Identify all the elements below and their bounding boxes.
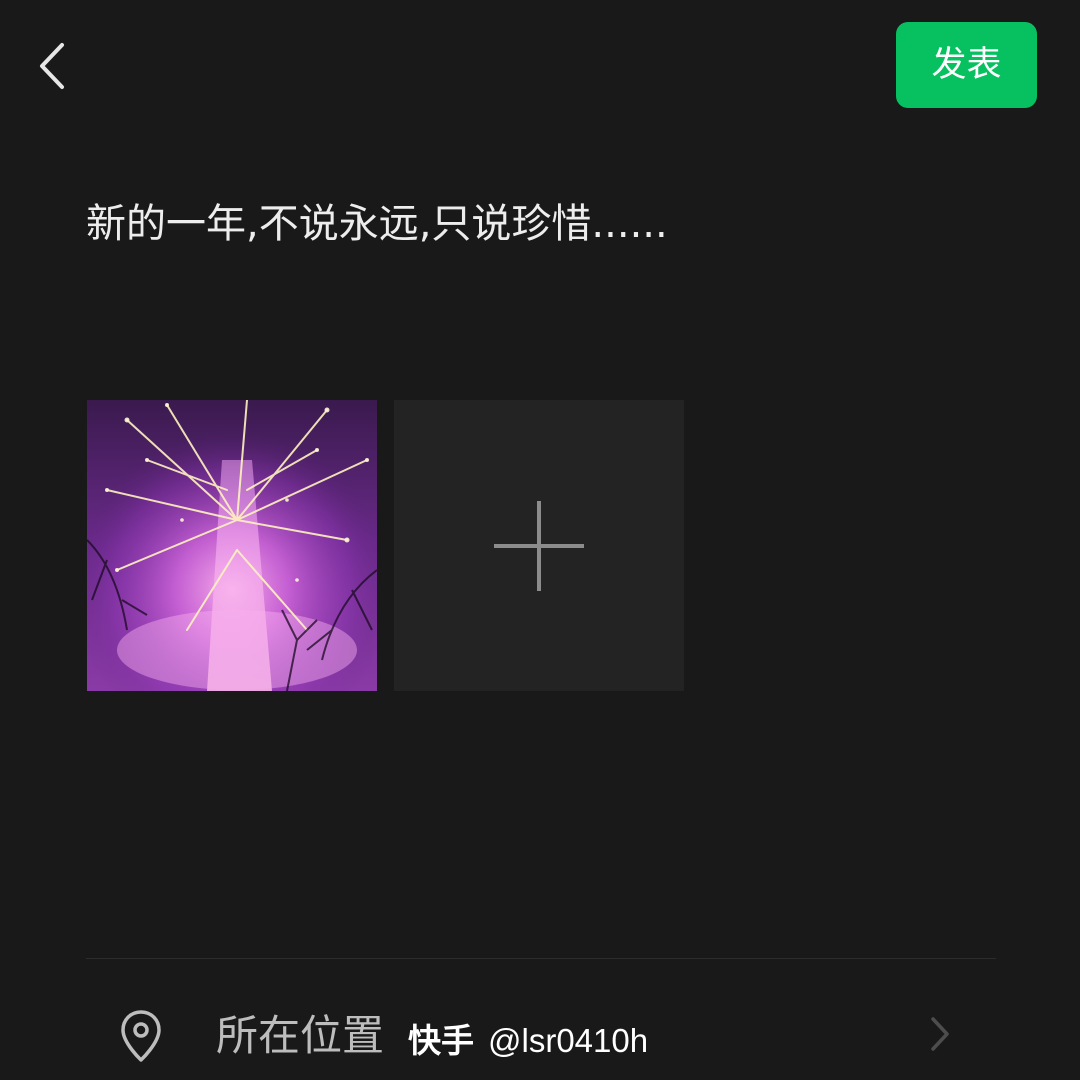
fireworks-photo [87, 400, 377, 691]
location-label: 所在位置 [216, 1011, 385, 1060]
post-text-input[interactable]: 新的一年,不说永远,只说珍惜...... [86, 196, 1046, 252]
publish-button[interactable]: 发表 [896, 22, 1037, 108]
back-button[interactable] [30, 35, 80, 97]
plus-icon [494, 501, 584, 591]
add-photo-button[interactable] [394, 400, 684, 691]
watermark-handle: @lsr0410h [488, 1022, 649, 1059]
watermark: 快手 @lsr0410h [408, 1018, 648, 1064]
photo-thumbnail[interactable] [87, 400, 377, 691]
location-pin-icon [121, 1010, 161, 1062]
watermark-brand: 快手 [408, 1022, 474, 1059]
chevron-left-icon [40, 43, 64, 89]
divider [86, 958, 996, 959]
chevron-right-icon [931, 1017, 949, 1051]
